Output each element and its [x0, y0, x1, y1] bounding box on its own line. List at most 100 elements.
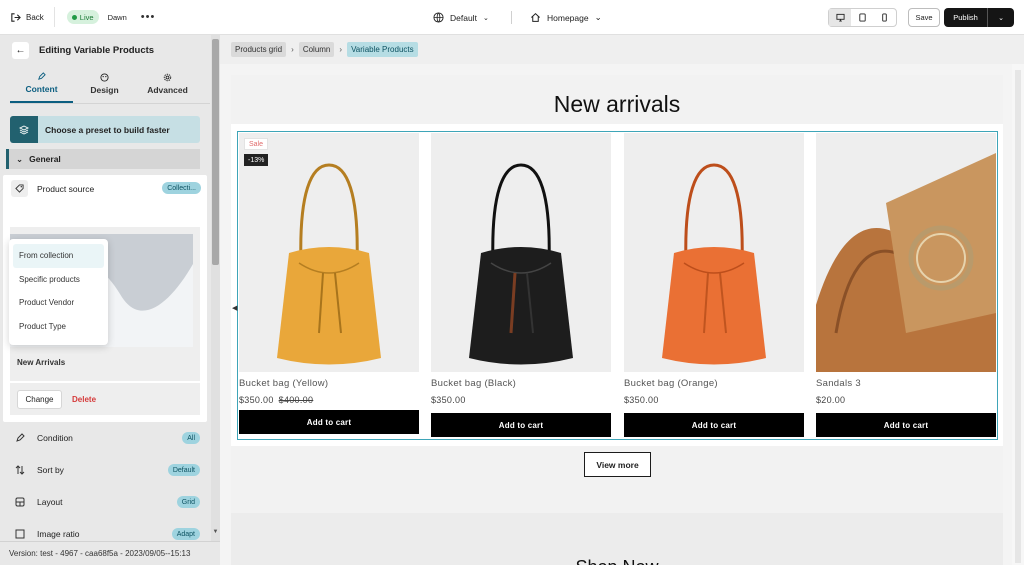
tag-icon — [11, 180, 28, 197]
collection-actions: Change Delete — [10, 383, 200, 415]
live-label: Live — [79, 12, 94, 22]
change-collection-button[interactable]: Change — [17, 389, 62, 409]
canvas-scrollbar[interactable] — [1012, 64, 1024, 565]
mobile-icon — [882, 13, 888, 22]
dropdown-option-product-type[interactable]: Product Type — [13, 315, 104, 339]
back-button[interactable]: Back — [10, 12, 44, 23]
product-image[interactable] — [431, 133, 611, 372]
collapse-handle-icon[interactable]: ◀ — [232, 304, 237, 314]
product-image[interactable] — [816, 133, 996, 372]
canvas-scroll-thumb[interactable] — [1015, 70, 1021, 563]
sale-badge: Sale — [244, 138, 269, 150]
view-more-button[interactable]: View more — [584, 452, 651, 477]
tablet-view-button[interactable] — [851, 9, 873, 26]
globe-icon — [433, 12, 444, 23]
tab-advanced[interactable]: Advanced — [136, 65, 199, 103]
product-price: $20.00 — [816, 395, 846, 405]
exit-icon — [11, 12, 21, 22]
breadcrumb-item[interactable]: Products grid — [231, 42, 287, 57]
scroll-down-icon[interactable]: ▼ — [211, 529, 220, 535]
setting-condition[interactable]: Condition All — [10, 428, 200, 448]
delete-collection-button[interactable]: Delete — [72, 395, 96, 404]
product-price-current: $350.00 — [239, 395, 274, 405]
general-section-header[interactable]: ⌄ General — [6, 149, 200, 169]
page-name: Homepage — [547, 12, 589, 23]
add-to-cart-button[interactable]: Add to cart — [624, 413, 804, 437]
product-name[interactable]: Sandals 3 — [816, 378, 861, 389]
chevron-down-icon: ⌄ — [16, 153, 24, 164]
product-name[interactable]: Bucket bag (Yellow) — [239, 378, 328, 389]
add-to-cart-button[interactable]: Add to cart — [816, 413, 996, 437]
more-options-button[interactable]: ••• — [141, 11, 156, 23]
next-section-title: Shop Now — [231, 557, 1003, 565]
sidebar-back-button[interactable]: ← — [12, 41, 29, 59]
sidebar-header: ← Editing Variable Products — [0, 35, 220, 65]
save-button[interactable]: Save — [908, 8, 940, 27]
tab-content-label: Content — [25, 84, 58, 94]
next-section: Shop Now — [231, 513, 1003, 565]
product-name[interactable]: Bucket bag (Black) — [431, 378, 516, 389]
desktop-view-button[interactable] — [829, 9, 852, 26]
product-price-compare: $400.00 — [278, 395, 314, 405]
tab-content[interactable]: Content — [10, 65, 73, 103]
page-selector[interactable]: Homepage ⌄ — [530, 0, 602, 35]
pencil-icon — [38, 72, 46, 80]
breadcrumb-item[interactable]: Column — [298, 42, 335, 57]
dropdown-option-product-vendor[interactable]: Product Vendor — [13, 291, 104, 315]
tablet-icon — [859, 13, 866, 22]
product-name[interactable]: Bucket bag (Orange) — [624, 378, 718, 389]
arrow-left-icon: ← — [15, 44, 26, 56]
dropdown-option-from-collection[interactable]: From collection — [13, 244, 104, 268]
setting-image-ratio-label: Image ratio — [37, 529, 80, 539]
chevron-down-icon: ⌄ — [998, 14, 1004, 22]
setting-layout[interactable]: Layout Grid — [10, 492, 200, 512]
pencil-icon — [10, 428, 30, 448]
layout-selector[interactable]: Default ⌄ — [433, 0, 489, 35]
setting-condition-label: Condition — [37, 433, 73, 443]
setting-sort-by-value: Default — [167, 464, 200, 476]
breadcrumb-item-active[interactable]: Variable Products — [347, 42, 418, 57]
sidebar-tabs: Content Design Advanced — [10, 65, 210, 104]
collection-name: New Arrivals — [17, 358, 66, 367]
publish-options-button[interactable]: ⌄ — [988, 8, 1014, 27]
live-dot-icon — [71, 14, 77, 20]
product-image[interactable] — [624, 133, 804, 372]
sidebar-scroll-thumb[interactable] — [212, 39, 219, 265]
chevron-down-icon: ⌄ — [594, 12, 602, 22]
top-bar: Back Live Dawn ••• Default ⌄ Homepage ⌄ … — [0, 0, 1024, 35]
home-icon — [531, 12, 540, 22]
layers-icon — [10, 116, 38, 143]
product-source-row[interactable]: Product source Collecti... — [11, 180, 201, 197]
product-source-label: Product source — [37, 183, 95, 194]
add-to-cart-button[interactable]: Add to cart — [431, 413, 611, 437]
live-badge: Live — [66, 10, 99, 24]
setting-layout-label: Layout — [37, 497, 63, 507]
chevron-right-icon: › — [339, 45, 343, 54]
mobile-view-button[interactable] — [874, 9, 896, 26]
publish-button[interactable]: Publish — [944, 8, 988, 27]
product-price: $350.00 — [431, 395, 466, 405]
layout-name: Default — [450, 12, 477, 23]
setting-sort-by[interactable]: Sort by Default — [10, 460, 200, 480]
sidebar-scrollbar[interactable]: ▼ — [211, 35, 220, 541]
section-title: New arrivals — [553, 91, 681, 117]
product-image[interactable]: Sale -13% — [239, 133, 419, 372]
preset-banner[interactable]: Choose a preset to build faster — [10, 116, 200, 143]
chevron-down-icon: ⌄ — [482, 14, 489, 22]
chevron-right-icon: › — [291, 45, 294, 54]
product-source-value[interactable]: Collecti... — [162, 182, 201, 194]
product-price: $350.00 $400.00 — [239, 395, 313, 405]
device-switcher — [828, 8, 897, 27]
sidebar: ← Editing Variable Products Content Desi… — [0, 35, 220, 541]
sidebar-title: Editing Variable Products — [39, 44, 155, 56]
tab-design-label: Design — [90, 85, 119, 95]
breadcrumb: Products grid › Column › Variable Produc… — [220, 35, 1024, 64]
tab-design[interactable]: Design — [73, 65, 136, 103]
desktop-icon — [836, 13, 845, 22]
add-to-cart-button[interactable]: Add to cart — [239, 410, 419, 434]
general-label: General — [29, 154, 61, 164]
setting-image-ratio-value: Adapt — [171, 528, 200, 540]
back-label: Back — [26, 12, 44, 22]
layout-icon — [10, 492, 30, 512]
dropdown-option-specific-products[interactable]: Specific products — [13, 268, 104, 292]
